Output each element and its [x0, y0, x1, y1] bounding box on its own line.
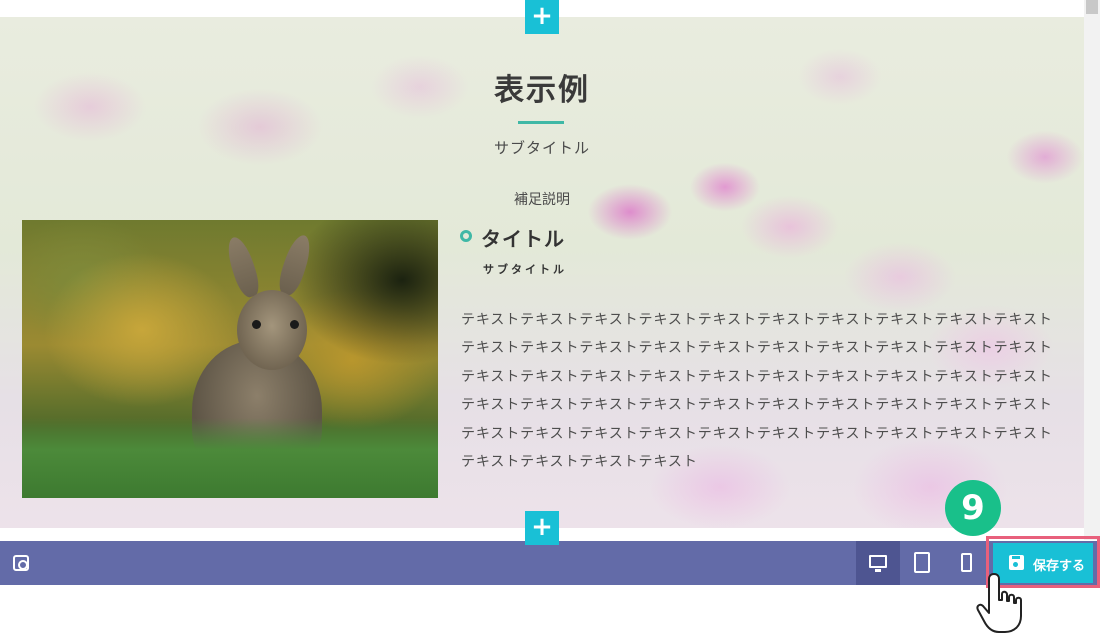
- desktop-icon: [869, 555, 887, 568]
- editor-page: + 表示例 サブタイトル 補足説明 タイトル サブタイトル テキストテキストテキ…: [0, 0, 1100, 635]
- rabbit-ear-right: [274, 232, 316, 298]
- rabbit-ear-left: [222, 234, 264, 300]
- tablet-view-button[interactable]: [900, 541, 944, 585]
- title-ring-icon: [460, 230, 472, 242]
- save-button-label: 保存する: [1033, 559, 1086, 574]
- desktop-stand: [875, 569, 881, 572]
- rabbit-head: [237, 290, 307, 370]
- step-number-badge: 9: [945, 480, 1001, 536]
- item-title: タイトル: [481, 227, 565, 251]
- scrollbar-thumb[interactable]: [1086, 0, 1098, 14]
- title-underline: [518, 121, 564, 124]
- phone-icon: [961, 553, 972, 572]
- item-body-text: テキストテキストテキストテキストテキストテキストテキストテキストテキストテキスト…: [461, 312, 1053, 471]
- save-icon: [1009, 555, 1024, 570]
- grass: [22, 418, 438, 498]
- vertical-scrollbar[interactable]: [1084, 0, 1100, 540]
- rabbit-photo: [22, 220, 438, 498]
- rabbit-eye-right: [290, 320, 299, 329]
- item-subtitle: サブタイトル: [483, 263, 567, 276]
- desktop-view-button[interactable]: [856, 541, 900, 585]
- hand-cursor-icon: [976, 573, 1022, 633]
- section-description: 補足説明: [514, 192, 570, 208]
- add-section-bottom-button[interactable]: +: [525, 511, 559, 545]
- rabbit-eye-left: [252, 320, 261, 329]
- add-section-top-button[interactable]: +: [525, 0, 559, 34]
- settings-icon[interactable]: [13, 555, 29, 571]
- hero-section: 表示例 サブタイトル 補足説明 タイトル サブタイトル テキストテキストテキスト…: [0, 17, 1084, 528]
- section-subtitle: サブタイトル: [493, 139, 590, 157]
- section-title: 表示例: [494, 73, 590, 108]
- tablet-icon: [914, 552, 930, 573]
